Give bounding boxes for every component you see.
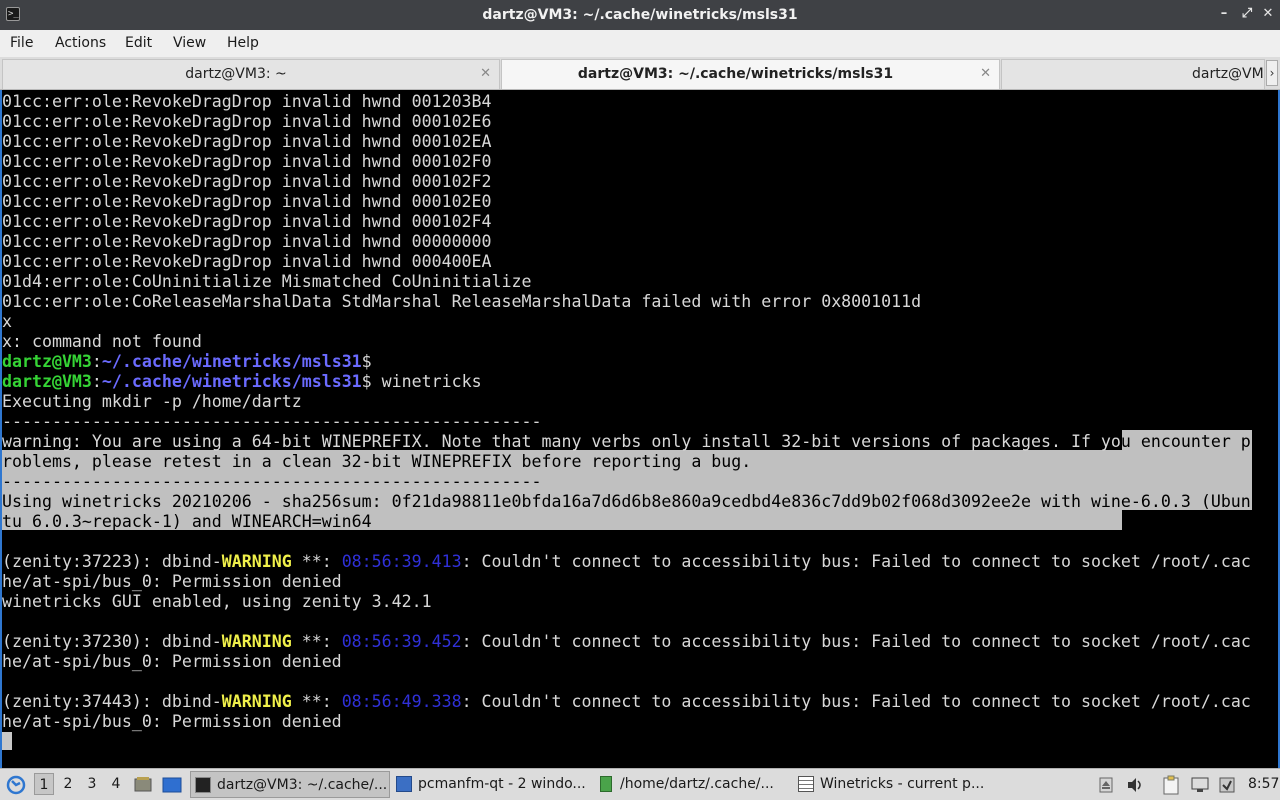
archive-icon [600,776,612,792]
task-label: Winetricks - current p... [820,776,985,792]
task-pcmanfm[interactable]: pcmanfm-qt - 2 windo... [392,771,592,798]
minimize-button[interactable]: – [1217,7,1231,21]
clipboard-icon [1163,775,1179,795]
window-titlebar[interactable]: >_ dartz@VM3: ~/.cache/winetricks/msls31… [0,0,1280,30]
maximize-button[interactable]: ⤢ [1240,7,1254,21]
desktop-2-button[interactable]: 2 [58,773,78,795]
package-icon [1219,777,1235,793]
terminal-focus-border [0,90,1280,768]
task-winetricks[interactable]: Winetricks - current p... [794,771,994,798]
tab-label: dartz@VM3 [1192,66,1265,82]
tray-update-icon[interactable] [1218,769,1240,800]
taskbar: 1 2 3 4 dartz@VM3: ~/.cache/... pcmanfm-… [0,768,1280,800]
tab-close-icon[interactable]: ✕ [980,60,991,88]
tab-close-icon[interactable]: ✕ [480,60,491,88]
show-desktop-button[interactable] [134,769,154,800]
tab-scroll-right-button[interactable]: › [1266,60,1278,86]
desktop-icon [134,777,152,792]
speaker-icon [1128,778,1141,792]
desktop-4-button[interactable]: 4 [106,773,126,795]
menu-view[interactable]: View [173,30,206,57]
list-window-icon [798,776,814,792]
desktop-3-button[interactable]: 3 [82,773,102,795]
tray-network-icon[interactable] [1190,769,1212,800]
tab-home[interactable]: dartz@VM3: ~ ✕ [2,59,500,89]
menu-help[interactable]: Help [227,30,259,57]
tab-msls31[interactable]: dartz@VM3: ~/.cache/winetricks/msls31 ✕ [501,59,1000,89]
screen-icon [162,777,182,793]
folder-icon [396,776,412,792]
clock[interactable]: 8:57 [1248,769,1279,800]
tab-third[interactable]: dartz@VM3 [1001,59,1265,89]
task-archive[interactable]: /home/dartz/.cache/... [594,771,790,798]
menu-actions[interactable]: Actions [55,30,106,57]
tray-removable-icon[interactable] [1098,769,1118,800]
tab-label: dartz@VM3: ~/.cache/winetricks/msls31 [577,66,894,82]
menu-file[interactable]: File [10,30,33,57]
desktop-1-button[interactable]: 1 [34,773,54,795]
task-label: /home/dartz/.cache/... [620,776,774,792]
terminal-view[interactable]: 01cc:err:ole:RevokeDragDrop invalid hwnd… [0,90,1280,768]
network-icon [1191,777,1209,792]
lxqt-logo-icon [6,775,26,795]
window-title: dartz@VM3: ~/.cache/winetricks/msls31 [482,7,798,23]
close-button[interactable]: ✕ [1261,7,1275,21]
tray-volume-icon[interactable] [1126,769,1146,800]
tab-bar: dartz@VM3: ~ ✕ dartz@VM3: ~/.cache/winet… [0,57,1280,90]
tab-label: dartz@VM3: ~ [185,66,287,82]
menu-bar: File Actions Edit View Help [0,30,1280,57]
task-label: pcmanfm-qt - 2 windo... [418,776,586,792]
task-label: dartz@VM3: ~/.cache/... [217,777,388,793]
eject-icon [1099,777,1113,793]
menu-edit[interactable]: Edit [125,30,152,57]
task-terminal[interactable]: dartz@VM3: ~/.cache/... [190,771,390,798]
file-manager-launcher[interactable] [162,769,184,800]
tray-clipboard-icon[interactable] [1162,769,1184,800]
start-menu-button[interactable] [6,769,28,800]
terminal-icon [195,777,211,793]
